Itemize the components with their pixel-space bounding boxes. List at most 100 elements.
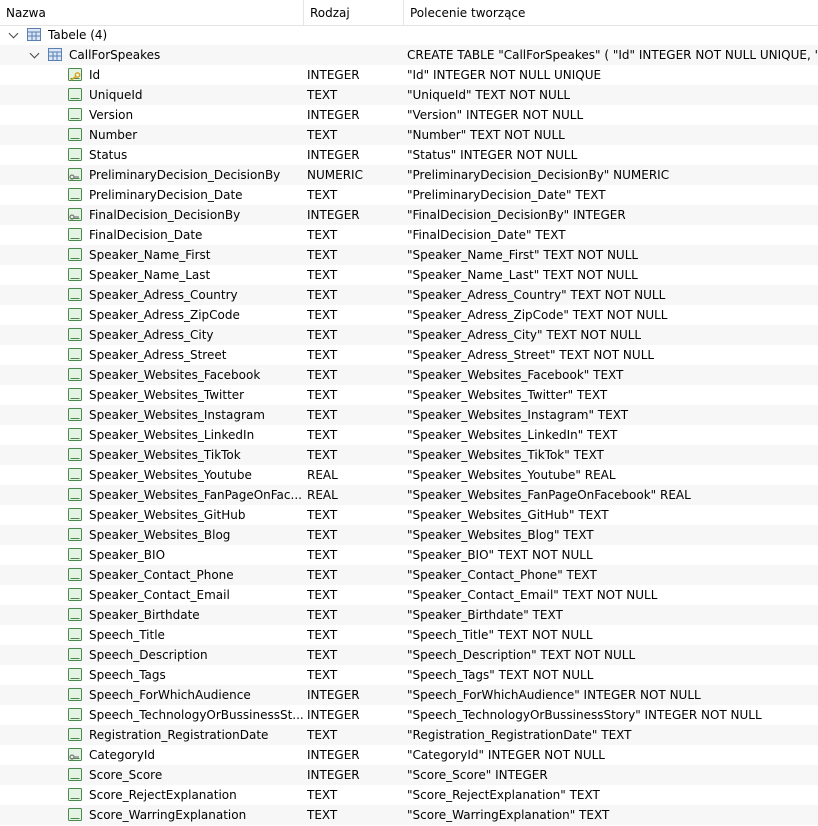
field-name: Number bbox=[89, 128, 138, 142]
field-name: Score_Score bbox=[89, 768, 163, 782]
field-type: TEXT bbox=[307, 368, 338, 382]
tree-node-field[interactable]: Speaker_Adress_Street TEXT "Speaker_Adress… bbox=[0, 345, 818, 365]
field-create-command: "Speech_Description" TEXT NOT NULL bbox=[407, 648, 636, 662]
tree-node-field[interactable]: Speaker_Adress_Country TEXT "Speaker_Adres… bbox=[0, 285, 818, 305]
tree-node-field[interactable]: Speaker_Name_Last TEXT "Speaker_Name_Last"… bbox=[0, 265, 818, 285]
field-create-command: "Speech_Title" TEXT NOT NULL bbox=[407, 628, 593, 642]
foreign-key-field-icon bbox=[68, 208, 82, 221]
field-type: INTEGER bbox=[307, 748, 360, 762]
field-type: TEXT bbox=[307, 348, 338, 362]
tree-node-field[interactable]: CategoryId INTEGER "CategoryId" INTEGER NO… bbox=[0, 745, 818, 765]
field-create-command: "PreliminaryDecision_Date" TEXT bbox=[407, 188, 606, 202]
tree-node-field[interactable]: Speaker_Websites_Youtube REAL "Speaker_Web… bbox=[0, 465, 818, 485]
tree-node-field[interactable]: Status INTEGER "Status" INTEGER NOT NULL bbox=[0, 145, 818, 165]
field-name: PreliminaryDecision_Date bbox=[89, 188, 243, 202]
tree-node-field[interactable]: Speech_TechnologyOrBussinessSt... INTEGER… bbox=[0, 705, 818, 725]
field-create-command: "Registration_RegistrationDate" TEXT bbox=[407, 728, 632, 742]
tree-node-field[interactable]: Speaker_Websites_TikTok TEXT "Speaker_Webs… bbox=[0, 445, 818, 465]
tree-node-field[interactable]: Speaker_BIO TEXT "Speaker_BIO" TEXT NOT NU… bbox=[0, 545, 818, 565]
field-create-command: "Speaker_Adress_Street" TEXT NOT NULL bbox=[407, 348, 655, 362]
tree-node-field[interactable]: Version INTEGER "Version" INTEGER NOT NULL bbox=[0, 105, 818, 125]
field-icon bbox=[68, 268, 82, 281]
tree-node-field[interactable]: Number TEXT "Number" TEXT NOT NULL bbox=[0, 125, 818, 145]
field-name: Speaker_Websites_TikTok bbox=[89, 448, 241, 462]
field-name: Speech_Title bbox=[89, 628, 165, 642]
tree-node-field[interactable]: Speech_ForWhichAudience INTEGER "Speech_Fo… bbox=[0, 685, 818, 705]
field-type: TEXT bbox=[307, 388, 338, 402]
tree-node-field[interactable]: FinalDecision_Date TEXT "FinalDecision_Dat… bbox=[0, 225, 818, 245]
tree-node-field[interactable]: Speaker_Adress_City TEXT "Speaker_Adress_C… bbox=[0, 325, 818, 345]
column-header-command[interactable]: Polecenie tworzące bbox=[404, 0, 818, 25]
tree-node-field[interactable]: Speaker_Websites_FanPageOnFac... REAL "Spe… bbox=[0, 485, 818, 505]
field-type: TEXT bbox=[307, 728, 338, 742]
tree-node-field[interactable]: Speaker_Name_First TEXT "Speaker_Name_Firs… bbox=[0, 245, 818, 265]
field-icon bbox=[68, 708, 82, 721]
field-name: Score_WarringExplanation bbox=[89, 808, 247, 822]
field-icon bbox=[68, 108, 82, 121]
tree-node-tables[interactable]: Tabele (4) bbox=[0, 25, 818, 45]
tree-node-field[interactable]: Speech_Tags TEXT "Speech_Tags" TEXT NOT NU… bbox=[0, 665, 818, 685]
tables-folder-icon bbox=[27, 28, 41, 41]
field-icon bbox=[68, 688, 82, 701]
tree-node-field[interactable]: Speaker_Websites_GitHub TEXT "Speaker_Webs… bbox=[0, 505, 818, 525]
field-type: REAL bbox=[307, 468, 338, 482]
field-create-command: "Score_Score" INTEGER bbox=[407, 768, 548, 782]
tree-node-field[interactable]: Registration_RegistrationDate TEXT "Regist… bbox=[0, 725, 818, 745]
field-name: PreliminaryDecision_DecisionBy bbox=[89, 168, 281, 182]
field-name: Speaker_Websites_Facebook bbox=[89, 368, 261, 382]
tree-node-field[interactable]: Speaker_Contact_Phone TEXT "Speaker_Contac… bbox=[0, 565, 818, 585]
field-type: TEXT bbox=[307, 228, 338, 242]
chevron-down-icon[interactable] bbox=[8, 28, 19, 39]
foreign-key-field-icon bbox=[68, 168, 82, 181]
tree-node-field[interactable]: Speaker_Websites_LinkedIn TEXT "Speaker_We… bbox=[0, 425, 818, 445]
field-create-command: "Speech_TechnologyOrBussinessStory" INTE… bbox=[407, 708, 762, 722]
tree-node-field[interactable]: Score_WarringExplanation TEXT "Score_Warri… bbox=[0, 805, 818, 825]
column-header-name[interactable]: Nazwa bbox=[0, 0, 304, 25]
tree-node-field[interactable]: Speech_Title TEXT "Speech_Title" TEXT NOT … bbox=[0, 625, 818, 645]
field-name: Speaker_Name_Last bbox=[89, 268, 211, 282]
tree-node-field[interactable]: Speaker_Adress_ZipCode TEXT "Speaker_Adres… bbox=[0, 305, 818, 325]
tree-node-field[interactable]: UniqueId TEXT "UniqueId" TEXT NOT NULL bbox=[0, 85, 818, 105]
tree-node-field[interactable]: Speech_Description TEXT "Speech_Descriptio… bbox=[0, 645, 818, 665]
tree-node-field[interactable]: Speaker_Websites_Twitter TEXT "Speaker_Web… bbox=[0, 385, 818, 405]
field-icon bbox=[68, 808, 82, 821]
tree-node-field[interactable]: Score_RejectExplanation TEXT "Score_Reject… bbox=[0, 785, 818, 805]
field-type: TEXT bbox=[307, 508, 338, 522]
field-type: TEXT bbox=[307, 568, 338, 582]
tree-node-field[interactable]: PreliminaryDecision_Date TEXT "Preliminary… bbox=[0, 185, 818, 205]
field-create-command: "Speaker_Contact_Phone" TEXT bbox=[407, 568, 597, 582]
tree-node-field[interactable]: Speaker_Websites_Facebook TEXT "Speaker_We… bbox=[0, 365, 818, 385]
tree-node-field[interactable]: PreliminaryDecision_DecisionBy NUMERIC "Pr… bbox=[0, 165, 818, 185]
field-name: Registration_RegistrationDate bbox=[89, 728, 269, 742]
field-name: FinalDecision_Date bbox=[89, 228, 203, 242]
tree-node-field[interactable]: Speaker_Contact_Email TEXT "Speaker_Contac… bbox=[0, 585, 818, 605]
tree-node-field[interactable]: Speaker_Websites_Instagram TEXT "Speaker_W… bbox=[0, 405, 818, 425]
field-icon bbox=[68, 508, 82, 521]
tree-node-field[interactable]: Score_Score INTEGER "Score_Score" INTEGER bbox=[0, 765, 818, 785]
field-name: Speaker_Websites_Youtube bbox=[89, 468, 252, 482]
field-name: Speaker_Websites_LinkedIn bbox=[89, 428, 255, 442]
tree-node-field[interactable]: Id INTEGER "Id" INTEGER NOT NULL UNIQUE bbox=[0, 65, 818, 85]
field-icon bbox=[68, 448, 82, 461]
column-header-type[interactable]: Rodzaj bbox=[304, 0, 404, 25]
field-name: Speaker_Adress_Street bbox=[89, 348, 227, 362]
field-type: INTEGER bbox=[307, 108, 360, 122]
field-icon bbox=[68, 428, 82, 441]
foreign-key-field-icon bbox=[68, 748, 82, 761]
field-create-command: "Speech_Tags" TEXT NOT NULL bbox=[407, 668, 594, 682]
schema-tree[interactable]: Nazwa Rodzaj Polecenie tworzące Tabele (… bbox=[0, 0, 818, 826]
tree-node-field[interactable]: Speaker_Birthdate TEXT "Speaker_Birthdate"… bbox=[0, 605, 818, 625]
field-create-command: "Score_RejectExplanation" TEXT bbox=[407, 788, 600, 802]
chevron-down-icon[interactable] bbox=[29, 48, 40, 59]
field-icon bbox=[68, 528, 82, 541]
tree-node-field[interactable]: Speaker_Websites_Blog TEXT "Speaker_Websit… bbox=[0, 525, 818, 545]
tree-node-table[interactable]: CallForSpeakes CREATE TABLE "CallForSpea… bbox=[0, 45, 818, 65]
field-name: Speaker_BIO bbox=[89, 548, 166, 562]
field-icon bbox=[68, 328, 82, 341]
field-icon bbox=[68, 768, 82, 781]
tree-node-field[interactable]: FinalDecision_DecisionBy INTEGER "FinalDec… bbox=[0, 205, 818, 225]
field-name: Speech_TechnologyOrBussinessSt... bbox=[89, 708, 303, 722]
field-create-command: "Speaker_Birthdate" TEXT bbox=[407, 608, 563, 622]
field-icon bbox=[68, 788, 82, 801]
field-name: Speaker_Websites_Instagram bbox=[89, 408, 265, 422]
